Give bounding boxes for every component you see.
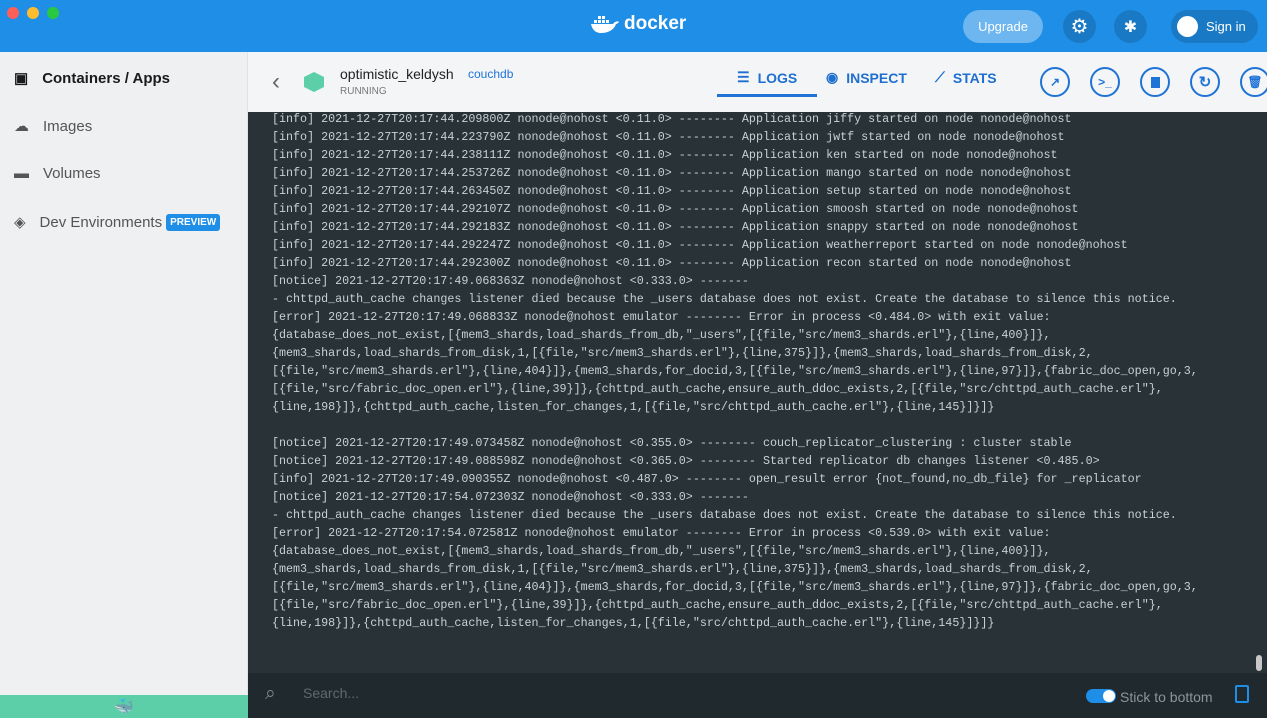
tab-stats[interactable]: ⟋ STATS [935, 69, 997, 86]
log-line: {mem3_shards,load_shards_from_disk,1,[{f… [272, 346, 1093, 360]
maximize-window-button[interactable] [47, 7, 59, 19]
log-line: [info] 2021-12-27T20:17:44.223790Z nonod… [272, 130, 1065, 144]
sidebar-item-label: Volumes [43, 165, 101, 182]
log-line: {line,198}]},{chttpd_auth_cache,listen_f… [272, 616, 995, 630]
sidebar: ▣ Containers / Apps ☁ Images ▬ Volumes ◈ Dev… [0, 52, 248, 718]
back-button[interactable]: ‹ [272, 68, 280, 96]
sign-in-button[interactable]: Sign in [1171, 10, 1258, 43]
log-line: - chttpd_auth_cache changes listener die… [272, 292, 1177, 306]
log-line: [info] 2021-12-27T20:17:44.292247Z nonod… [272, 238, 1128, 252]
log-line: [info] 2021-12-27T20:17:44.292183Z nonod… [272, 220, 1079, 234]
docker-status-bar[interactable]: 🐳 [0, 695, 248, 718]
log-line: {mem3_shards,load_shards_from_disk,1,[{f… [272, 562, 1093, 576]
log-line: {line,198}]},{chttpd_auth_cache,listen_f… [272, 400, 995, 414]
volume-icon: ▬ [14, 165, 29, 182]
list-icon: ☰ [737, 69, 750, 85]
troubleshoot-button[interactable]: ✱ [1114, 10, 1147, 43]
delete-button[interactable]: 🗑 [1240, 67, 1267, 97]
minimize-window-button[interactable] [27, 7, 39, 19]
terminal-icon: >_ [1098, 75, 1112, 89]
log-line: {database_does_not_exist,[{mem3_shards,l… [272, 544, 1051, 558]
log-line: [info] 2021-12-27T20:17:44.263450Z nonod… [272, 184, 1072, 198]
log-line: [error] 2021-12-27T20:17:54.072581Z nono… [272, 526, 1051, 540]
user-icon [1177, 16, 1198, 37]
close-window-button[interactable] [7, 7, 19, 19]
status-text: RUNNING [340, 86, 387, 97]
log-line: {database_does_not_exist,[{mem3_shards,l… [272, 328, 1051, 342]
cloud-icon: ☁ [14, 118, 29, 135]
layers-icon: ◈ [14, 214, 26, 231]
upgrade-button[interactable]: Upgrade [963, 10, 1043, 43]
tab-label: INSPECT [846, 69, 907, 86]
log-line: [info] 2021-12-27T20:17:44.292107Z nonod… [272, 202, 1079, 216]
stop-button[interactable] [1140, 67, 1170, 97]
log-line: [notice] 2021-12-27T20:17:49.088598Z non… [272, 454, 1100, 468]
log-line: [notice] 2021-12-27T20:17:49.068363Z non… [272, 274, 749, 288]
preview-badge: PREVIEW [166, 213, 221, 231]
log-line: [notice] 2021-12-27T20:17:54.072303Z non… [272, 490, 749, 504]
image-link[interactable]: couchdb [468, 67, 513, 81]
gear-icon: ⚙ [1070, 16, 1089, 38]
eye-icon: ◉ [826, 69, 839, 85]
stick-to-bottom-label: Stick to bottom [1120, 689, 1213, 705]
log-line: [info] 2021-12-27T20:17:44.253726Z nonod… [272, 166, 1072, 180]
log-line: - chttpd_auth_cache changes listener die… [272, 508, 1177, 522]
external-link-icon: ↗ [1049, 75, 1061, 89]
restart-button[interactable]: ↻ [1190, 67, 1220, 97]
restart-icon: ↻ [1198, 74, 1212, 91]
search-input[interactable] [303, 685, 903, 701]
log-line: [info] 2021-12-27T20:17:44.238111Z nonod… [272, 148, 1058, 162]
sidebar-item-images[interactable]: ☁ Images [14, 117, 93, 136]
sidebar-item-containers[interactable]: ▣ Containers / Apps [14, 69, 170, 88]
sidebar-item-volumes[interactable]: ▬ Volumes [14, 165, 101, 182]
whale-icon: 🐳 [114, 698, 134, 716]
tab-inspect[interactable]: ◉ INSPECT [826, 69, 907, 86]
log-viewer: [info] 2021-12-27T20:17:44.209800Z nonod… [248, 112, 1267, 673]
tab-label: LOGS [757, 69, 798, 86]
log-output: [info] 2021-12-27T20:17:44.209800Z nonod… [272, 112, 1198, 632]
containers-icon: ▣ [14, 70, 29, 87]
log-line: [info] 2021-12-27T20:17:44.292300Z nonod… [272, 256, 1072, 270]
stop-icon [1150, 76, 1160, 88]
whale-icon [591, 16, 619, 33]
active-tab-indicator [717, 94, 817, 97]
log-line: [{file,"src/mem3_shards.erl"},{line,404}… [272, 580, 1198, 594]
trash-icon: 🗑 [1247, 75, 1263, 89]
search-icon: ⌕ [265, 683, 276, 704]
sidebar-item-label: Containers / Apps [42, 69, 170, 87]
chart-icon: ⟋ [935, 69, 945, 85]
docker-logo: docker [590, 13, 686, 35]
bug-icon: ✱ [1123, 18, 1138, 36]
container-icon [304, 72, 324, 92]
brand-name: docker [624, 13, 687, 34]
sidebar-item-label: Dev Environments [39, 213, 163, 231]
stick-to-bottom-toggle[interactable] [1086, 689, 1116, 703]
log-line: [notice] 2021-12-27T20:17:49.073458Z non… [272, 436, 1072, 450]
open-browser-button[interactable]: ↗ [1040, 67, 1070, 97]
tab-label: STATS [952, 69, 997, 86]
scrollbar[interactable] [1256, 655, 1262, 671]
title-bar: docker Upgrade ⚙ ✱ Sign in [0, 0, 1267, 52]
log-line: [{file,"src/fabric_doc_open.erl"},{line,… [272, 598, 1163, 612]
container-header: ‹ optimistic_keldysh couchdb RUNNING ☰ LO… [248, 52, 1267, 112]
sidebar-item-label: Images [43, 117, 93, 135]
log-line: [info] 2021-12-27T20:17:44.209800Z nonod… [272, 112, 1072, 126]
settings-button[interactable]: ⚙ [1063, 10, 1096, 43]
log-line: [{file,"src/mem3_shards.erl"},{line,404}… [272, 364, 1198, 378]
sign-in-label: Sign in [1206, 19, 1246, 34]
sidebar-item-dev-environments[interactable]: ◈ Dev Environments PREVIEW [14, 213, 221, 231]
container-name: optimistic_keldysh [340, 66, 454, 82]
tab-logs[interactable]: ☰ LOGS [737, 69, 797, 86]
copy-icon[interactable] [1235, 685, 1249, 703]
log-search-bar: ⌕ Stick to bottom [248, 673, 1267, 718]
log-line: [error] 2021-12-27T20:17:49.068833Z nono… [272, 310, 1051, 324]
log-line: [info] 2021-12-27T20:17:49.090355Z nonod… [272, 472, 1142, 486]
log-line: [{file,"src/fabric_doc_open.erl"},{line,… [272, 382, 1163, 396]
cli-button[interactable]: >_ [1090, 67, 1120, 97]
